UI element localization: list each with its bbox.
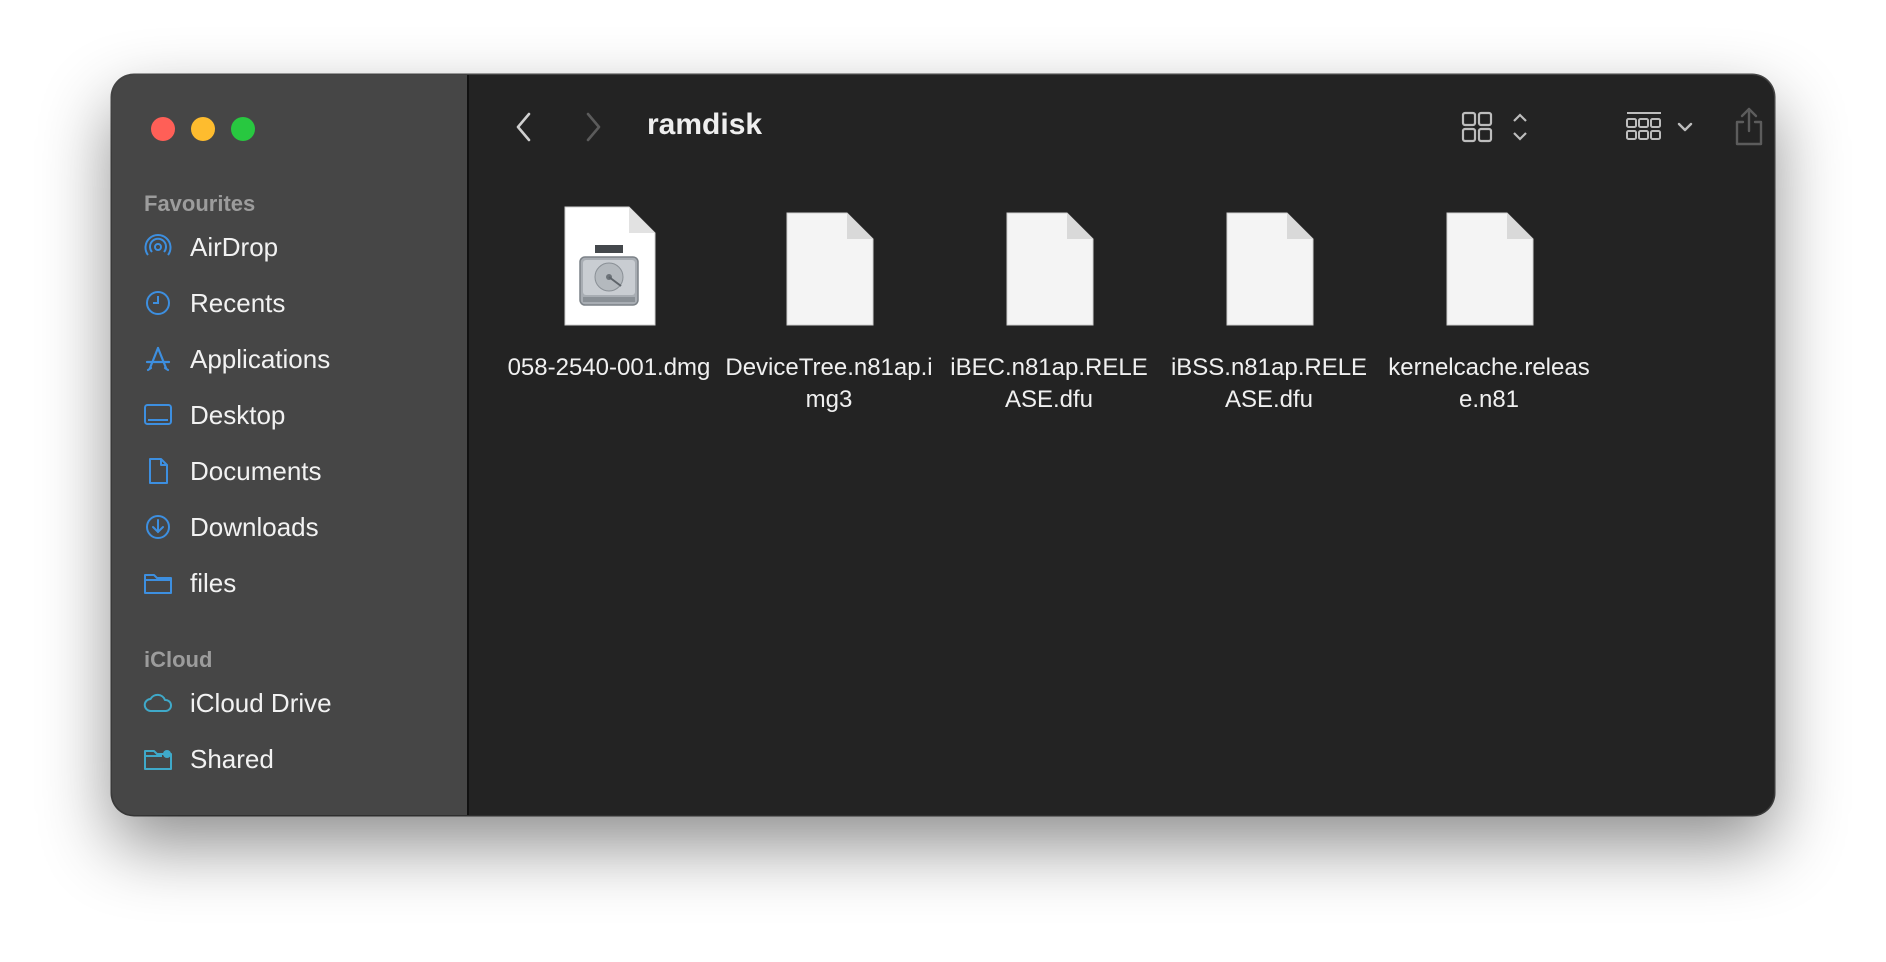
- close-window-button[interactable]: [151, 117, 175, 141]
- forward-button[interactable]: [578, 107, 608, 147]
- file-name: DeviceTree.n81ap.img3: [725, 354, 933, 413]
- sidebar-section-icloud: iCloud: [144, 647, 213, 672]
- group-button[interactable]: [1621, 105, 1701, 149]
- sidebar-item-label: iCloud Drive: [190, 687, 332, 718]
- file-item[interactable]: iBEC.n81ap.RELEASE.dfu: [939, 205, 1159, 416]
- sidebar-item-label: Downloads: [190, 511, 319, 542]
- file-item[interactable]: DeviceTree.n81ap.img3: [719, 205, 939, 416]
- sidebar-item-applications[interactable]: Applications: [142, 339, 330, 379]
- sidebar-item-documents[interactable]: Documents: [142, 451, 322, 491]
- sidebar-item-label: Desktop: [190, 399, 286, 430]
- sidebar-item-label: AirDrop: [190, 231, 279, 262]
- icon-view-icon: [1461, 111, 1527, 143]
- sidebar-item-label: Documents: [190, 455, 322, 486]
- sidebar-item-label: Recents: [190, 287, 286, 318]
- folder-icon: [142, 567, 174, 599]
- file-item[interactable]: 058-2540-001.dmg: [499, 205, 719, 416]
- sidebar-item-icloud-drive[interactable]: iCloud Drive: [142, 683, 332, 723]
- file-name: 058-2540-001.dmg: [507, 354, 711, 381]
- share-button[interactable]: [1729, 103, 1769, 151]
- zoom-window-button[interactable]: [231, 117, 255, 141]
- sidebar-item-downloads[interactable]: Downloads: [142, 507, 319, 547]
- back-button[interactable]: [509, 107, 539, 147]
- sidebar-item-label: Shared: [190, 743, 274, 774]
- sidebar-item-files[interactable]: files: [142, 563, 236, 603]
- share-icon: [1735, 107, 1763, 146]
- file-name: kernelcache.release.n81: [1388, 354, 1590, 413]
- sidebar-item-airdrop[interactable]: AirDrop: [142, 227, 278, 267]
- download-icon: [142, 511, 174, 543]
- sidebar: Favourites AirDrop Recents Applications …: [112, 75, 469, 815]
- applications-icon: [142, 343, 174, 375]
- cloud-icon: [142, 687, 174, 719]
- toolbar: ramdisk: [469, 75, 1774, 179]
- file-name: iBEC.n81ap.RELEASE.dfu: [950, 354, 1148, 413]
- file-grid: 058-2540-001.dmg DeviceTree.n81ap.img3 i…: [499, 205, 1599, 416]
- generic-file-icon: [779, 205, 879, 330]
- finder-window: Favourites AirDrop Recents Applications …: [112, 75, 1774, 815]
- sidebar-item-label: Applications: [190, 343, 331, 374]
- file-item[interactable]: kernelcache.release.n81: [1379, 205, 1599, 416]
- sidebar-item-desktop[interactable]: Desktop: [142, 395, 285, 435]
- group-icon: [1626, 112, 1693, 140]
- generic-file-icon: [999, 205, 1099, 330]
- forward-icon: [586, 112, 601, 142]
- back-icon: [516, 112, 531, 142]
- sidebar-section-favourites: Favourites: [144, 191, 256, 216]
- clock-icon: [142, 287, 174, 319]
- desktop-icon: [142, 399, 174, 431]
- sidebar-item-recents[interactable]: Recents: [142, 283, 285, 323]
- file-name: iBSS.n81ap.RELEASE.dfu: [1170, 354, 1368, 413]
- generic-file-icon: [1439, 205, 1539, 330]
- disk-image-icon: [559, 205, 659, 330]
- file-item[interactable]: iBSS.n81ap.RELEASE.dfu: [1159, 205, 1379, 416]
- generic-file-icon: [1219, 205, 1319, 330]
- minimize-window-button[interactable]: [191, 117, 215, 141]
- window-controls: [151, 117, 255, 141]
- document-icon: [142, 455, 174, 487]
- sidebar-item-shared[interactable]: Shared: [142, 739, 274, 779]
- airdrop-icon: [142, 231, 174, 263]
- sidebar-item-label: files: [190, 567, 237, 598]
- window-title: ramdisk: [647, 108, 763, 141]
- view-mode-button[interactable]: [1459, 105, 1535, 149]
- content-area: ramdisk 058-2540-001.dmg DeviceTree.n81a…: [469, 75, 1774, 815]
- shared-folder-icon: [142, 743, 174, 775]
